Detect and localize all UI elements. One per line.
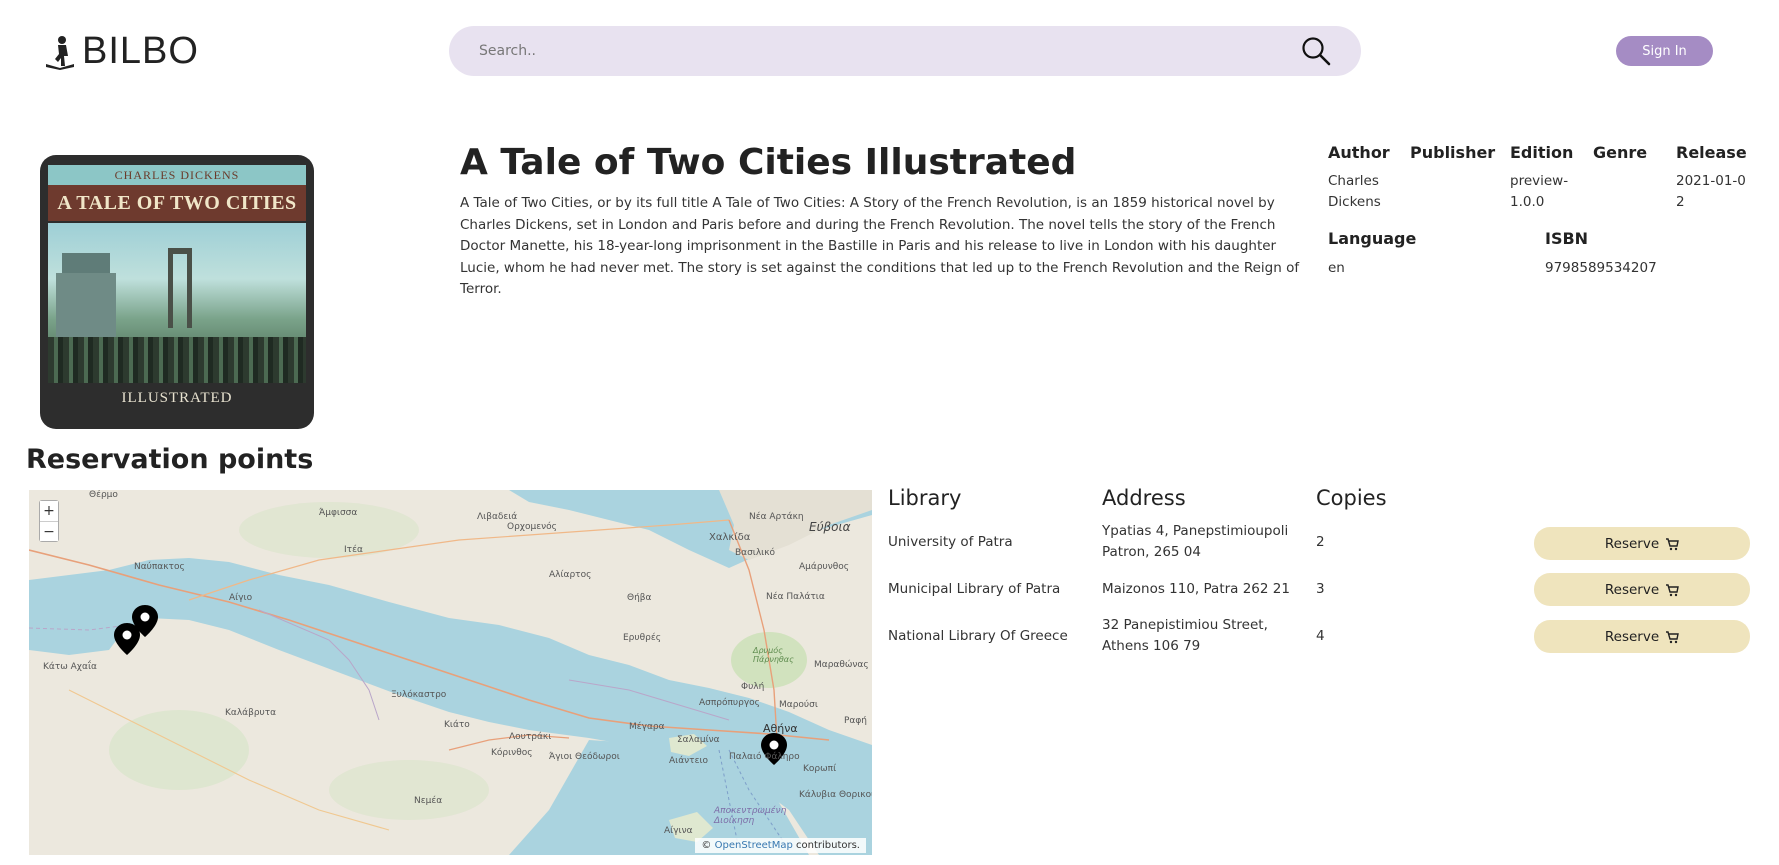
author-label: Author bbox=[1328, 143, 1390, 162]
book-cover: CHARLES DICKENS A TALE OF TWO CITIES ILL… bbox=[40, 155, 314, 429]
map-label-marathonas: Μαραθώνας bbox=[814, 660, 869, 670]
reader-icon bbox=[46, 35, 74, 70]
map-label-kiato: Κιάτο bbox=[444, 720, 470, 730]
map-label-nemea: Νεμέα bbox=[414, 796, 443, 806]
isbn-value: 9798589534207 bbox=[1545, 260, 1657, 276]
reserve-button[interactable]: Reserve bbox=[1534, 620, 1750, 653]
map-label-aiantio: Αιάντειο bbox=[669, 756, 708, 766]
map-label-nafpaktos: Ναύπακτος bbox=[134, 562, 185, 572]
book-title: A Tale of Two Cities Illustrated bbox=[460, 142, 1077, 183]
map-label-drymos: Δρυμός Πάρνηθας bbox=[753, 646, 794, 664]
map-label-aliartos: Αλίαρτος bbox=[549, 570, 592, 580]
map-label-fyli: Φυλή bbox=[741, 682, 765, 692]
map-label-evia: Εύβοια bbox=[809, 520, 851, 534]
genre-label: Genre bbox=[1593, 143, 1648, 162]
map-label-agioi-theodoroi: Άγιοι Θεόδωροι bbox=[549, 752, 620, 762]
copies-header: Copies bbox=[1316, 486, 1387, 510]
map-label-corinth: Κόρινθος bbox=[491, 748, 533, 758]
edition-value: preview-1.0.0 bbox=[1510, 173, 1569, 210]
logo-text: BILBO bbox=[82, 30, 199, 72]
language-value: en bbox=[1328, 260, 1345, 276]
library-address: Maizonos 110, Patra 262 21 bbox=[1102, 581, 1290, 597]
map-label-orchomenos: Ορχομενός bbox=[507, 522, 557, 532]
language-label: Language bbox=[1328, 229, 1417, 248]
map-label-amfissa: Άμφισσα bbox=[319, 508, 358, 518]
cover-illustration bbox=[48, 223, 306, 383]
reservation-title: Reservation points bbox=[26, 444, 314, 475]
map-label-salamina: Σαλαμίνα bbox=[677, 735, 720, 745]
map-tiles bbox=[29, 490, 872, 855]
zoom-in-button[interactable]: + bbox=[40, 501, 58, 521]
zoom-out-button[interactable]: − bbox=[40, 521, 58, 541]
openstreetmap-link[interactable]: OpenStreetMap bbox=[715, 840, 793, 851]
reserve-button[interactable]: Reserve bbox=[1534, 527, 1750, 560]
map-label-nea-palatia: Νέα Παλάτια bbox=[766, 592, 825, 602]
map-label-kato-achaia: Κάτω Αχαΐα bbox=[43, 662, 97, 672]
isbn-label: ISBN bbox=[1545, 229, 1589, 248]
map-label-athens: Αθήνα bbox=[763, 722, 798, 735]
library-copies: 4 bbox=[1316, 628, 1325, 644]
search-input[interactable] bbox=[479, 43, 1301, 59]
map-label-amarynthos: Αμάρυνθος bbox=[799, 562, 850, 572]
publisher-label: Publisher bbox=[1410, 143, 1496, 162]
map-label-paleo-faliro: Παλαιό Φάληρο bbox=[729, 752, 800, 762]
library-name: National Library Of Greece bbox=[888, 628, 1068, 644]
map-label-koropi: Κορωπί bbox=[803, 764, 837, 774]
map-label-itea: Ιτέα bbox=[344, 545, 363, 555]
map-label-livadeia: Λιβαδειά bbox=[477, 512, 518, 522]
map-label-vasiliko: Βασιλικό bbox=[735, 548, 776, 558]
sign-in-button[interactable]: Sign In bbox=[1616, 36, 1713, 66]
library-copies: 2 bbox=[1316, 534, 1325, 550]
map-label-kalyvia: Κάλυβια Θορικού bbox=[799, 790, 872, 800]
library-copies: 3 bbox=[1316, 581, 1325, 597]
map-label-aigio: Αίγιο bbox=[229, 593, 253, 603]
cart-icon bbox=[1666, 537, 1679, 550]
map-label-thiva: Θήβα bbox=[627, 593, 652, 603]
cover-subtitle: ILLUSTRATED bbox=[121, 390, 233, 406]
search-icon[interactable] bbox=[1301, 36, 1331, 66]
map-zoom-control: + − bbox=[39, 500, 59, 542]
library-name: University of Patra bbox=[888, 534, 1013, 550]
reservation-map[interactable]: Εύβοια Αθήνα Άμφισσα Λιβαδειά Ορχομενός … bbox=[29, 490, 872, 855]
map-label-rafina: Ραφή bbox=[844, 716, 868, 726]
reserve-button[interactable]: Reserve bbox=[1534, 573, 1750, 606]
library-address: 32 Panepistimiou Street, Athens 106 79 bbox=[1102, 617, 1268, 654]
map-label-kalavryta: Καλάβρυτα bbox=[225, 708, 277, 718]
release-label: Release bbox=[1676, 143, 1747, 162]
map-label-apokentromeni: Αποκεντρωμένη Διοίκηση bbox=[714, 806, 787, 826]
map-label-erythres: Ερυθρές bbox=[623, 633, 661, 643]
map-label-xylokastro: Ξυλόκαστρο bbox=[391, 690, 447, 700]
bilbo-logo[interactable]: BILBO bbox=[44, 30, 199, 73]
release-value: 2021-01-02 bbox=[1676, 173, 1746, 210]
map-label-marousi: Μαρούσι bbox=[779, 700, 818, 710]
author-value: Charles Dickens bbox=[1328, 173, 1381, 210]
map-label-nea-artaki: Νέα Αρτάκη bbox=[749, 512, 804, 522]
map-label-loutraki: Λουτράκι bbox=[509, 732, 552, 742]
map-attribution: © OpenStreetMap contributors. bbox=[695, 838, 866, 853]
map-label-thermo: Θέρμο bbox=[89, 490, 118, 500]
cart-icon bbox=[1666, 583, 1679, 596]
map-label-megara: Μέγαρα bbox=[629, 722, 665, 732]
book-description: A Tale of Two Cities, or by its full tit… bbox=[460, 195, 1300, 297]
library-header: Library bbox=[888, 486, 962, 510]
search-bar[interactable] bbox=[449, 26, 1361, 76]
map-label-aspropyrgos: Ασπρόπυργος bbox=[699, 698, 760, 708]
cover-author: CHARLES DICKENS bbox=[48, 165, 306, 185]
map-label-chalkida: Χαλκίδα bbox=[709, 532, 751, 543]
cart-icon bbox=[1666, 630, 1679, 643]
library-address: Ypatias 4, Panepstimioupoli Patron, 265 … bbox=[1102, 523, 1289, 560]
address-header: Address bbox=[1102, 486, 1186, 510]
edition-label: Edition bbox=[1510, 143, 1574, 162]
cover-title: A TALE OF TWO CITIES bbox=[48, 185, 306, 221]
map-label-aigina: Αίγινα bbox=[664, 826, 693, 836]
library-name: Municipal Library of Patra bbox=[888, 581, 1061, 597]
